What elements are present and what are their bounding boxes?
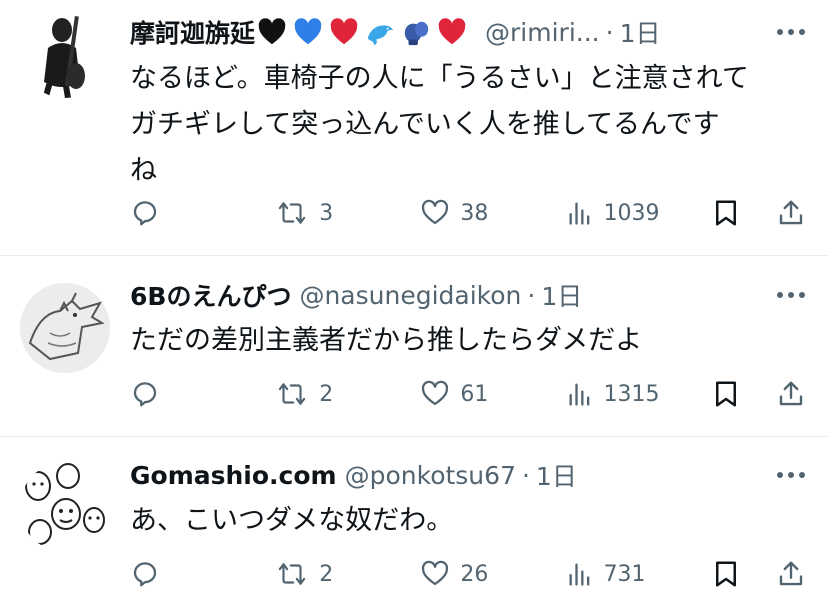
name-emoji <box>257 17 467 47</box>
retweet-icon <box>278 563 306 585</box>
views-icon <box>569 563 589 586</box>
author-name[interactable]: 摩訶迦旃延 <box>130 14 255 50</box>
tweet[interactable]: 摩訶迦旃延 @rimiri... · 1日 なるほど。車椅子の人に「うるさい」と… <box>0 0 828 256</box>
author-handle[interactable]: @rimiri... <box>485 18 600 47</box>
like-count: 26 <box>460 561 489 587</box>
bookmark-icon <box>715 561 736 587</box>
views-button[interactable]: 1039 <box>566 198 676 228</box>
red-heart-icon <box>438 18 466 45</box>
share-button[interactable] <box>776 559 806 589</box>
retweet-button[interactable]: 2 <box>275 379 385 409</box>
more-icon[interactable] <box>774 458 808 492</box>
avatar[interactable] <box>20 462 110 552</box>
author-handle[interactable]: @ponkotsu67 <box>345 461 516 490</box>
separator-dot: · <box>527 280 536 310</box>
bookmark-button[interactable] <box>711 379 741 409</box>
reply-button[interactable] <box>130 559 240 589</box>
tweet-header: 6Bのえんぴつ @nasunegidaikon · 1日 <box>130 275 738 315</box>
bookmark-icon <box>715 381 736 407</box>
share-button[interactable] <box>776 198 806 228</box>
share-icon <box>779 200 803 225</box>
reply-button[interactable] <box>130 379 240 409</box>
tweet-text: あ、こいつダメな奴だわ。 <box>130 505 454 536</box>
reply-feed: 摩訶迦旃延 @rimiri... · 1日 なるほど。車椅子の人に「うるさい」と… <box>0 0 828 615</box>
author-name[interactable]: Gomashio.com <box>130 461 337 490</box>
tweet-actions: 2 61 1315 <box>130 374 806 414</box>
share-button[interactable] <box>776 379 806 409</box>
timestamp[interactable]: 1日 <box>620 14 661 50</box>
retweet-count: 2 <box>319 561 334 587</box>
view-count: 731 <box>603 561 646 587</box>
like-button[interactable]: 26 <box>420 559 530 589</box>
retweet-button[interactable]: 3 <box>275 198 385 228</box>
tweet-text: なるほど。車椅子の人に「うるさい」と注意されて ガチギレして突っ込んでいく人を推… <box>130 63 749 186</box>
views-icon <box>569 202 589 225</box>
tweet-header: Gomashio.com @ponkotsu67 · 1日 <box>130 455 738 495</box>
tweet-header: 摩訶迦旃延 @rimiri... · 1日 <box>130 12 738 52</box>
share-icon <box>779 561 803 586</box>
retweet-icon <box>278 383 306 405</box>
reply-button[interactable] <box>130 198 240 228</box>
tweet[interactable]: 6Bのえんぴつ @nasunegidaikon · 1日 ただの差別主義者だから… <box>0 256 828 437</box>
view-count: 1039 <box>603 200 660 226</box>
like-count: 61 <box>460 381 489 407</box>
view-count: 1315 <box>603 381 660 407</box>
views-icon <box>569 383 589 406</box>
tweet-text: ただの差別主義者だから推したらダメだよ <box>130 325 643 356</box>
timestamp[interactable]: 1日 <box>536 457 577 493</box>
timestamp[interactable]: 1日 <box>541 277 582 313</box>
author-handle[interactable]: @nasunegidaikon <box>299 281 521 310</box>
bookmark-button[interactable] <box>711 559 741 589</box>
more-icon[interactable] <box>774 15 808 49</box>
retweet-count: 2 <box>319 381 334 407</box>
like-count: 38 <box>460 200 489 226</box>
author-name[interactable]: 6Bのえんぴつ <box>130 277 291 313</box>
bookmark-button[interactable] <box>711 198 741 228</box>
views-button[interactable]: 1315 <box>566 379 676 409</box>
reply-icon <box>133 201 157 226</box>
avatar[interactable] <box>20 8 110 98</box>
heart-icon <box>422 380 449 406</box>
share-icon <box>779 381 803 406</box>
black-heart-icon <box>258 18 286 45</box>
tweet[interactable]: Gomashio.com @ponkotsu67 · 1日 あ、こいつダメな奴だ… <box>0 437 828 615</box>
heart-icon <box>422 560 449 586</box>
reply-icon <box>133 382 157 407</box>
separator-dot: · <box>605 17 614 47</box>
avatar[interactable] <box>20 283 110 373</box>
like-button[interactable]: 61 <box>420 379 530 409</box>
retweet-icon <box>278 202 306 224</box>
reply-icon <box>133 562 157 587</box>
red-heart-icon <box>330 18 358 45</box>
dolphin-icon <box>367 25 394 46</box>
more-icon[interactable] <box>774 278 808 312</box>
separator-dot: · <box>521 460 530 490</box>
tweet-actions: 3 38 1039 <box>130 193 806 233</box>
retweet-button[interactable]: 2 <box>275 559 385 589</box>
tweet-actions: 2 26 731 <box>130 554 806 594</box>
heart-icon <box>422 199 449 225</box>
like-button[interactable]: 38 <box>420 198 530 228</box>
blue-heart-icon <box>294 18 322 45</box>
bookmark-icon <box>715 200 736 226</box>
retweet-count: 3 <box>319 200 334 226</box>
boxing-glove-icon <box>404 21 429 46</box>
views-button[interactable]: 731 <box>566 559 676 589</box>
